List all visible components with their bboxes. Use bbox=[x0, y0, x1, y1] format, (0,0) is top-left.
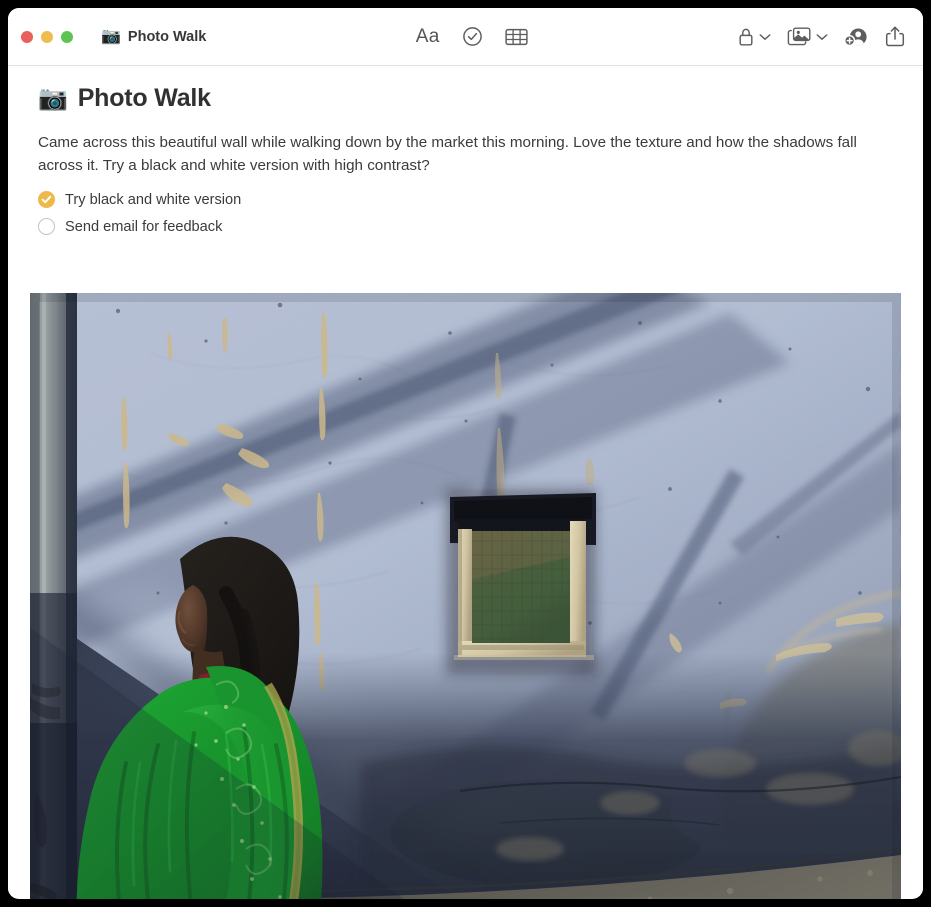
note-title[interactable]: 📷 Photo Walk bbox=[38, 84, 893, 113]
window-title: 📷 Photo Walk bbox=[101, 27, 207, 45]
share-icon bbox=[885, 26, 905, 47]
photo-illustration bbox=[30, 293, 901, 899]
add-person-icon bbox=[844, 28, 867, 46]
table-icon bbox=[504, 28, 528, 45]
checklist-item-1[interactable]: Send email for feedback bbox=[38, 213, 893, 240]
checklist-button[interactable] bbox=[462, 22, 483, 52]
toolbar-format-group: Aa bbox=[416, 22, 528, 52]
app-window: 📷 Photo Walk Aa 📷 Photo Walk Came across… bbox=[8, 8, 923, 899]
lock-icon bbox=[739, 28, 753, 46]
checkmark-circle-icon bbox=[462, 27, 482, 46]
chevron-down-icon bbox=[759, 33, 771, 40]
minimize-button[interactable] bbox=[41, 30, 53, 43]
window-toolbar: 📷 Photo Walk Aa bbox=[8, 8, 923, 66]
lock-button[interactable] bbox=[737, 26, 771, 48]
share-button[interactable] bbox=[885, 22, 905, 52]
table-button[interactable] bbox=[504, 22, 528, 52]
checkbox-checked[interactable] bbox=[38, 191, 55, 209]
close-button[interactable] bbox=[21, 30, 33, 43]
text-format-label: Aa bbox=[415, 25, 440, 47]
checkmark-icon bbox=[41, 196, 52, 204]
note-title-text: Photo Walk bbox=[77, 84, 211, 112]
media-button[interactable] bbox=[787, 26, 828, 47]
traffic-light-group bbox=[21, 30, 73, 43]
text-format-button[interactable]: Aa bbox=[416, 22, 440, 52]
checklist-item-0[interactable]: Try black and white version bbox=[38, 186, 893, 213]
window-title-text: Photo Walk bbox=[127, 28, 207, 45]
zoom-button[interactable] bbox=[61, 30, 73, 43]
note-paragraph[interactable]: Came across this beautiful wall while wa… bbox=[38, 132, 883, 177]
add-people-button[interactable] bbox=[844, 22, 869, 52]
toolbar-actions-group bbox=[737, 22, 905, 52]
checklist-item-label: Try black and white version bbox=[65, 191, 242, 208]
chevron-down-icon bbox=[816, 33, 828, 40]
media-photo-icon bbox=[787, 27, 811, 46]
camera-icon: 📷 bbox=[38, 84, 68, 112]
note-content[interactable]: 📷 Photo Walk Came across this beautiful … bbox=[8, 66, 923, 899]
camera-icon: 📷 bbox=[101, 27, 121, 45]
checkbox-unchecked[interactable] bbox=[38, 218, 55, 236]
note-photo-attachment[interactable] bbox=[30, 293, 901, 899]
checklist-item-label: Send email for feedback bbox=[65, 218, 223, 235]
